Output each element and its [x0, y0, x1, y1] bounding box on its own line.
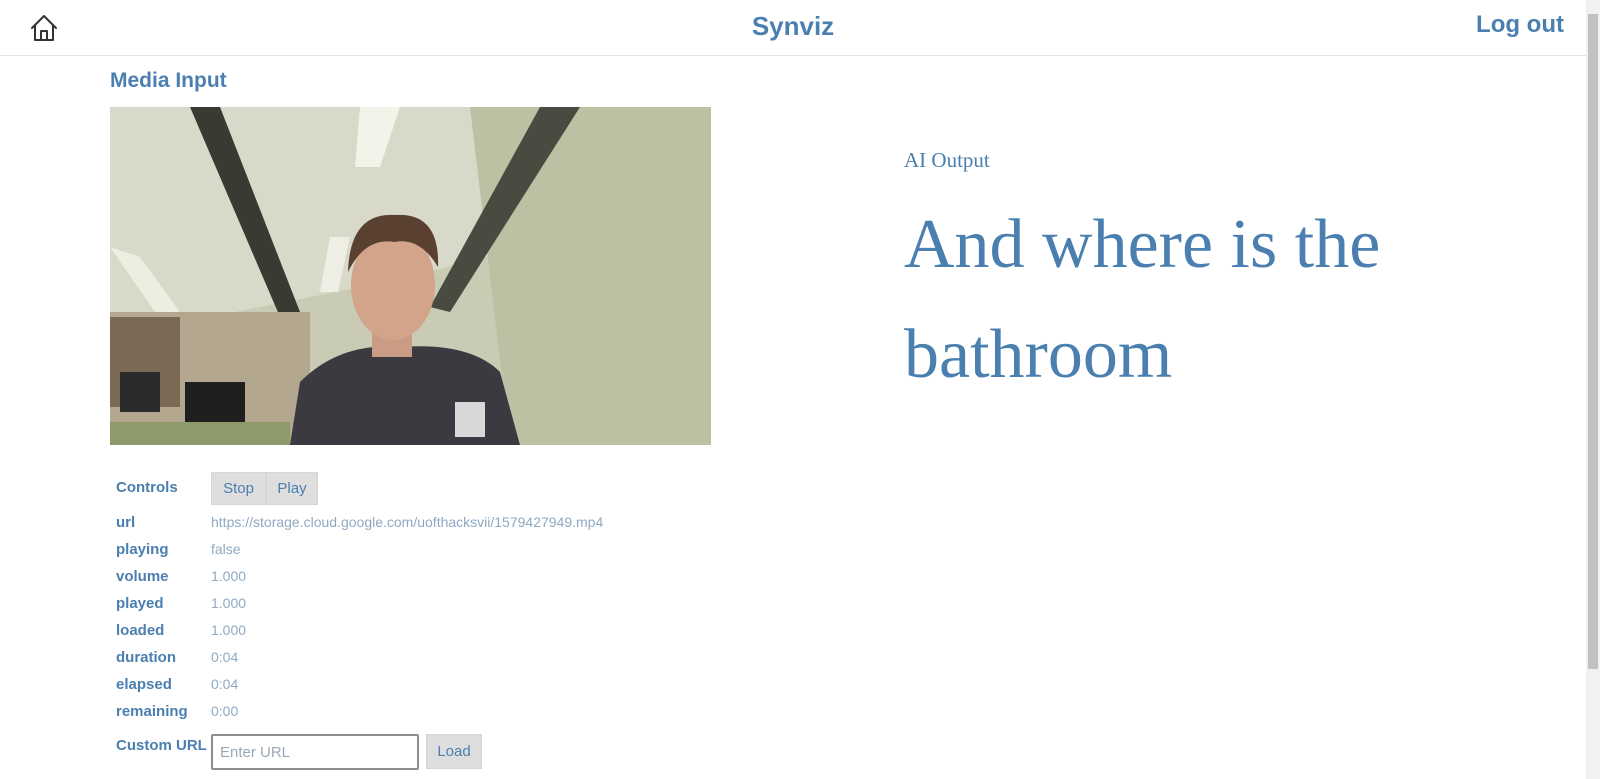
field-value-remaining: 0:00 [211, 703, 239, 719]
ai-output-label: AI Output [904, 148, 990, 172]
field-key-playing: playing [116, 541, 169, 558]
field-key-loaded: loaded [116, 622, 165, 639]
field-value-playing: false [211, 541, 241, 557]
stop-button[interactable]: Stop [211, 472, 266, 505]
field-key-elapsed: elapsed [116, 676, 172, 693]
controls-label: Controls [116, 479, 178, 496]
media-input-title: Media Input [110, 69, 227, 92]
field-value-elapsed: 0:04 [211, 676, 239, 692]
ai-output-text: And where is the bathroom [904, 206, 1381, 393]
app-title: Synviz [751, 11, 835, 41]
field-value-played: 1.000 [211, 595, 247, 611]
field-value-loaded: 1.000 [211, 622, 247, 638]
field-value-duration: 0:04 [211, 649, 239, 665]
field-value-volume: 1.000 [211, 568, 247, 584]
page-scrollbar[interactable] [1586, 0, 1600, 779]
custom-url-input[interactable] [211, 734, 419, 770]
logout-link[interactable]: Log out [1476, 11, 1564, 39]
load-button[interactable]: Load [426, 734, 482, 769]
field-key-remaining: remaining [116, 703, 188, 720]
play-button[interactable]: Play [266, 472, 318, 505]
field-key-duration: duration [116, 649, 176, 666]
field-value-url: https://storage.cloud.google.com/uofthac… [211, 514, 604, 530]
video-player[interactable] [110, 107, 711, 445]
video-frame [110, 107, 711, 445]
field-key-url: url [116, 514, 136, 531]
field-key-played: played [116, 595, 164, 612]
top-navbar: Synviz Log out [0, 0, 1586, 56]
custom-url-label: Custom URL [116, 737, 207, 754]
field-key-volume: volume [116, 568, 169, 585]
scrollbar-thumb[interactable] [1588, 14, 1598, 669]
